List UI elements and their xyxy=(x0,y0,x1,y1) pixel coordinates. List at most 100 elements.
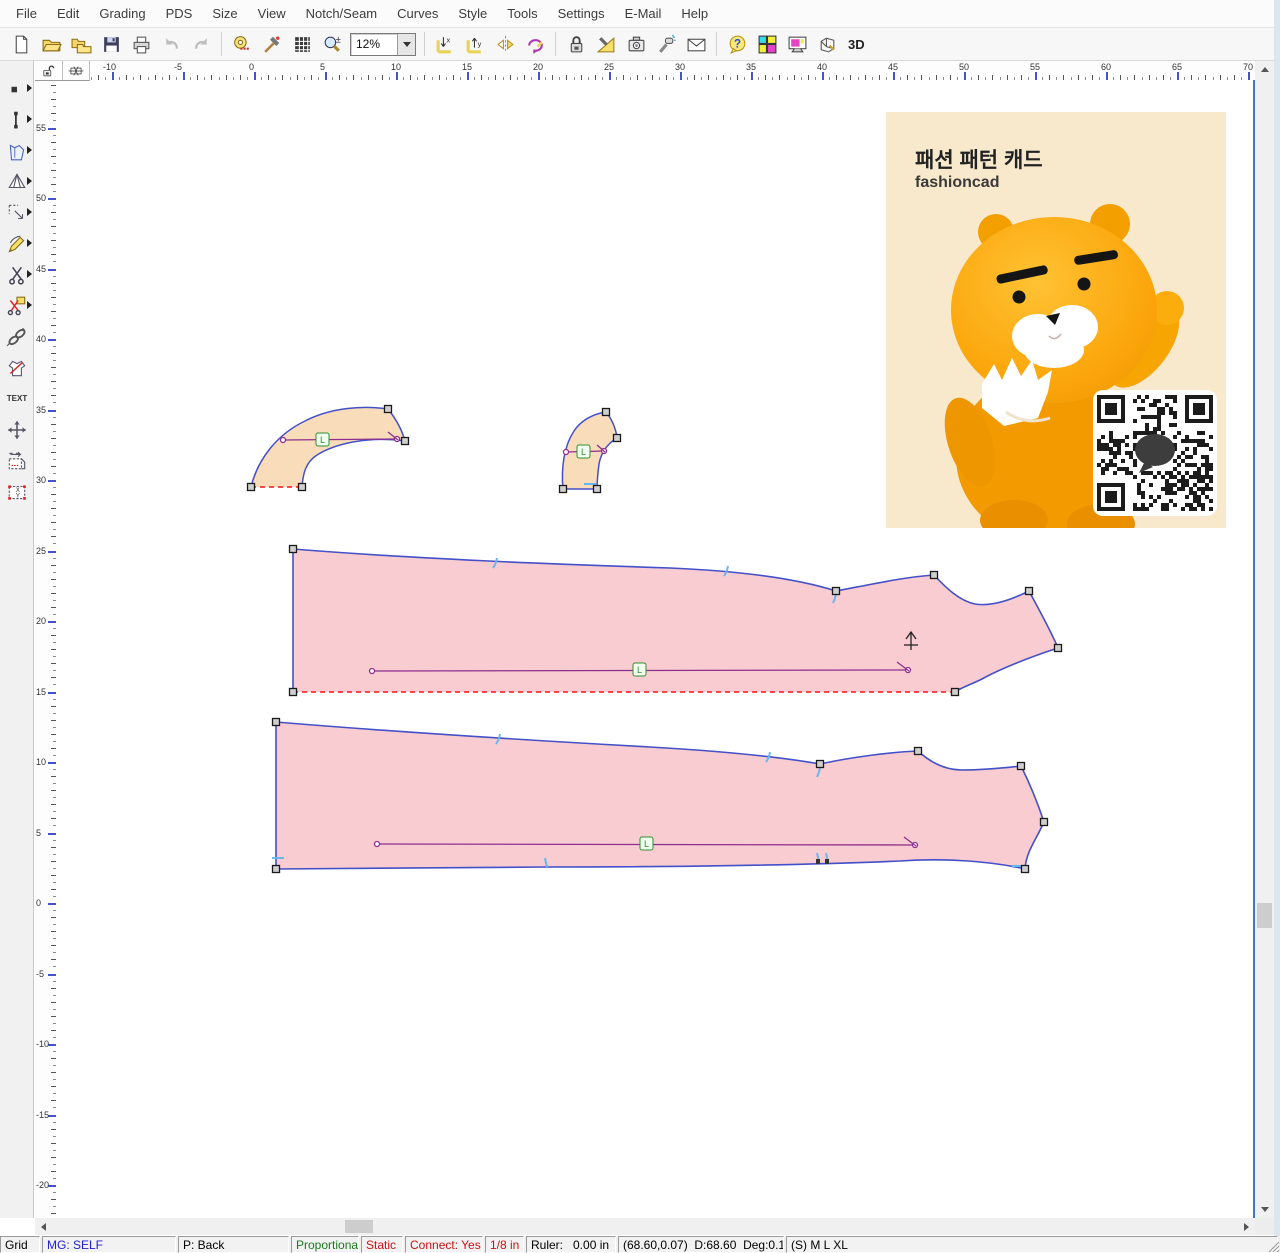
waistband-left-piece[interactable]: L xyxy=(251,407,405,487)
menu-style[interactable]: Style xyxy=(448,2,497,25)
pattern-handle[interactable] xyxy=(915,748,922,755)
pattern-handle[interactable] xyxy=(1018,763,1025,770)
horizontal-scroll-thumb[interactable] xyxy=(345,1220,373,1233)
vertical-ruler[interactable]: -20-15-10-50510152025303540455055 xyxy=(35,80,57,1218)
menu-grading[interactable]: Grading xyxy=(89,2,155,25)
xy-dimension-tool[interactable]: XY xyxy=(0,476,34,507)
monitor-view-button[interactable] xyxy=(783,30,811,58)
pattern-handle[interactable] xyxy=(1041,819,1048,826)
resize-grip[interactable] xyxy=(1264,1237,1280,1253)
save-button[interactable] xyxy=(97,30,125,58)
menu-file[interactable]: File xyxy=(6,2,47,25)
menu-help[interactable]: Help xyxy=(671,2,718,25)
pattern-handle[interactable] xyxy=(1055,645,1062,652)
menu-size[interactable]: Size xyxy=(202,2,247,25)
help-button[interactable]: ? xyxy=(723,30,751,58)
menu-settings[interactable]: Settings xyxy=(548,2,615,25)
zoom-level-select[interactable]: 12% xyxy=(350,33,416,56)
airbrush-button[interactable] xyxy=(652,30,680,58)
pattern-handle[interactable] xyxy=(248,484,255,491)
scroll-right-button[interactable] xyxy=(1238,1218,1255,1235)
pattern-handle[interactable] xyxy=(594,486,601,493)
zoom-dropdown-button[interactable] xyxy=(397,34,415,55)
pattern-handle[interactable] xyxy=(273,719,280,726)
pattern-handle[interactable] xyxy=(1026,588,1033,595)
open-button[interactable] xyxy=(37,30,65,58)
link-tool[interactable] xyxy=(0,321,34,352)
pattern-handle[interactable] xyxy=(603,409,610,416)
lock-button[interactable] xyxy=(562,30,590,58)
pattern-handle[interactable] xyxy=(273,866,280,873)
pattern-handle[interactable] xyxy=(560,486,567,493)
new-document-button[interactable] xyxy=(7,30,35,58)
menu-notch-seam[interactable]: Notch/Seam xyxy=(296,2,388,25)
menu-view[interactable]: View xyxy=(248,2,296,25)
pattern-handle[interactable] xyxy=(614,435,621,442)
scroll-up-button[interactable] xyxy=(1255,61,1274,78)
copy-measure-tool[interactable] xyxy=(0,445,34,476)
scroll-left-button[interactable] xyxy=(35,1218,52,1235)
svg-text:x: x xyxy=(446,35,450,44)
notch-handle[interactable] xyxy=(825,859,829,864)
scroll-down-button[interactable] xyxy=(1255,1201,1274,1218)
pattern-handle[interactable] xyxy=(290,689,297,696)
move-piece-tool[interactable] xyxy=(0,414,34,445)
status-grid[interactable]: Grid xyxy=(0,1236,40,1253)
marquee-tool[interactable] xyxy=(0,197,34,228)
pattern-handle[interactable] xyxy=(1022,866,1029,873)
hammer-tool-button[interactable] xyxy=(258,30,286,58)
pattern-handle[interactable] xyxy=(833,588,840,595)
pattern-handle[interactable] xyxy=(817,761,824,768)
scissors-tool[interactable] xyxy=(0,259,34,290)
window-edge xyxy=(1274,0,1280,1253)
menu-tools[interactable]: Tools xyxy=(497,2,547,25)
zoom-button[interactable]: ± xyxy=(318,30,346,58)
select-tool[interactable] xyxy=(0,73,34,104)
waistband-right-piece[interactable]: L xyxy=(562,412,617,489)
vertical-scrollbar[interactable] xyxy=(1255,61,1274,1218)
unlock-button[interactable] xyxy=(35,61,63,80)
print-button[interactable] xyxy=(127,30,155,58)
cut-seam-tool[interactable] xyxy=(0,290,34,321)
menu-curves[interactable]: Curves xyxy=(387,2,448,25)
move-y-button[interactable]: y xyxy=(461,30,489,58)
dart-tool[interactable] xyxy=(0,166,34,197)
flatten-grid-button[interactable] xyxy=(63,61,90,80)
pattern-piece-tool[interactable] xyxy=(0,135,34,166)
move-x-button[interactable]: x xyxy=(431,30,459,58)
text-tool[interactable]: TEXT xyxy=(0,383,34,414)
horizontal-ruler[interactable]: -10-50510152025303540455055606570 xyxy=(35,61,1255,81)
3d-label[interactable]: 3D xyxy=(848,37,865,52)
pattern-handle[interactable] xyxy=(952,689,959,696)
camera-button[interactable] xyxy=(622,30,650,58)
garment-check-tool[interactable] xyxy=(0,352,34,383)
flyout-arrow-icon xyxy=(27,115,32,123)
open-multiple-button[interactable] xyxy=(67,30,95,58)
tape-measure-button[interactable] xyxy=(228,30,256,58)
set-square-button[interactable] xyxy=(592,30,620,58)
menu-pds[interactable]: PDS xyxy=(156,2,203,25)
pant-back-piece[interactable]: L xyxy=(272,722,1044,869)
pattern-handle[interactable] xyxy=(299,484,306,491)
menu-edit[interactable]: Edit xyxy=(47,2,89,25)
pattern-handle[interactable] xyxy=(931,572,938,579)
menu-email[interactable]: E-Mail xyxy=(615,2,672,25)
email-button[interactable] xyxy=(682,30,710,58)
pant-front-piece[interactable]: L xyxy=(293,549,1058,692)
3d-tools-button[interactable] xyxy=(813,30,841,58)
horizontal-scrollbar[interactable] xyxy=(35,1218,1255,1235)
pattern-windows-button[interactable] xyxy=(753,30,781,58)
vertical-scroll-thumb[interactable] xyxy=(1257,903,1272,928)
pattern-handle[interactable] xyxy=(402,438,409,445)
pattern-handle[interactable] xyxy=(290,546,297,553)
undo-button[interactable] xyxy=(157,30,185,58)
notch-handle[interactable] xyxy=(816,859,820,864)
line-tool[interactable] xyxy=(0,104,34,135)
mirror-button[interactable] xyxy=(491,30,519,58)
redo-button[interactable] xyxy=(187,30,215,58)
drawing-canvas[interactable]: L L L xyxy=(56,80,1255,1218)
pattern-handle[interactable] xyxy=(385,406,392,413)
curve-pencil-tool[interactable] xyxy=(0,228,34,259)
grid-table-button[interactable] xyxy=(288,30,316,58)
rotate-flip-button[interactable] xyxy=(521,30,549,58)
